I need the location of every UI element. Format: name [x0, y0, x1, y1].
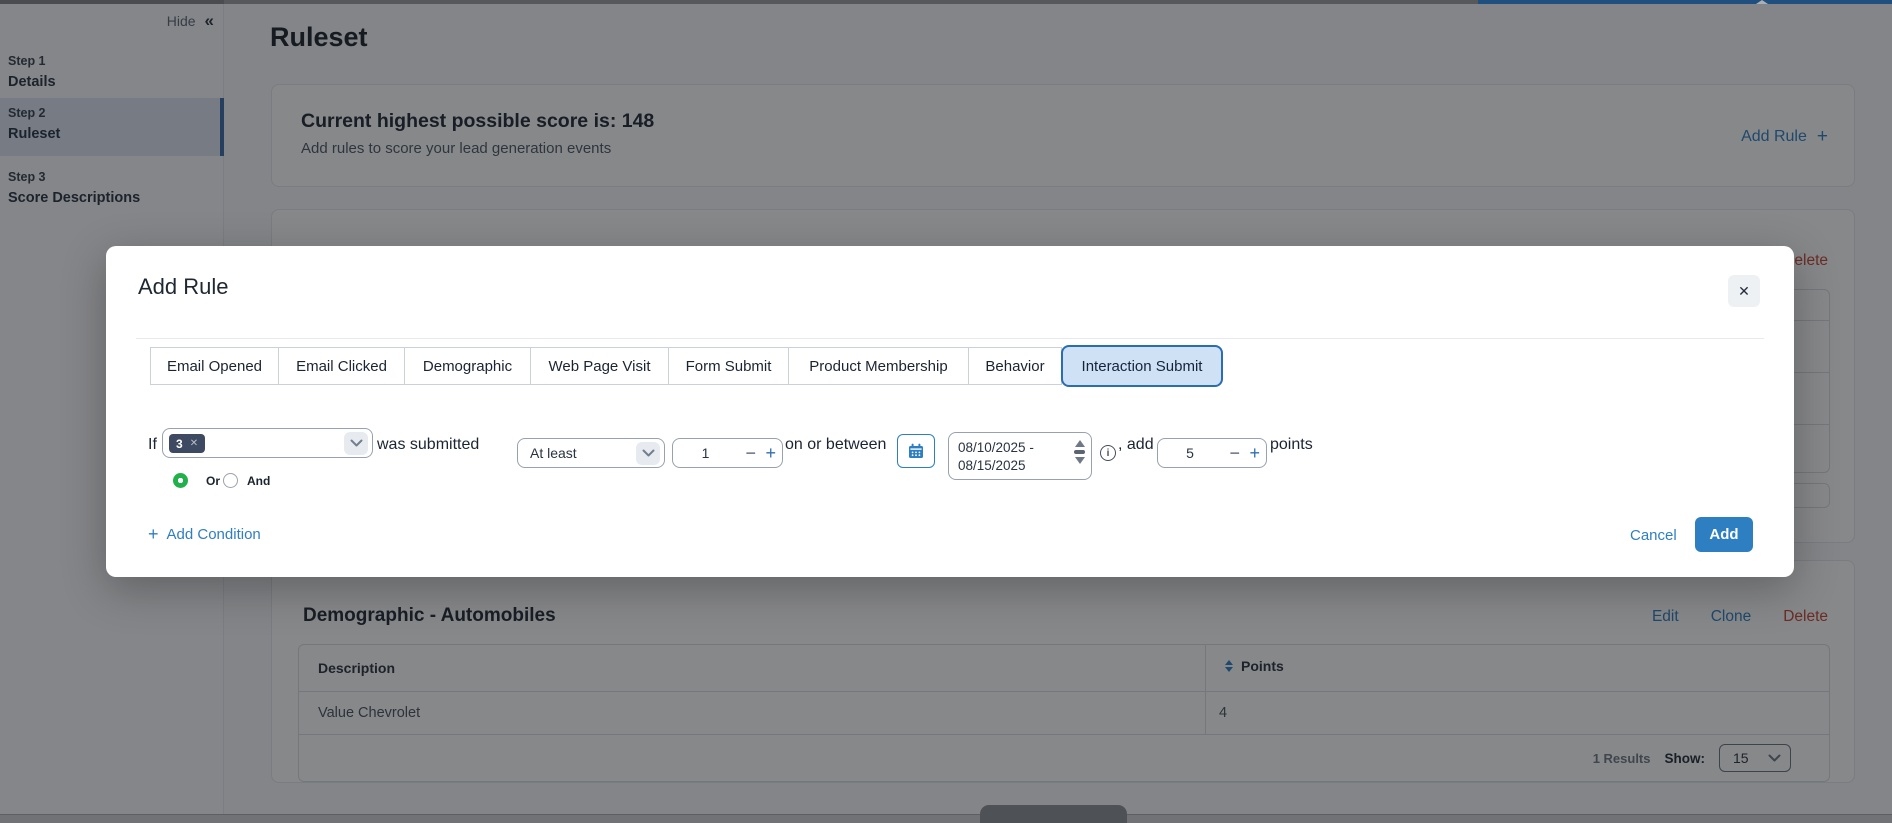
add-condition-link[interactable]: + Add Condition [148, 524, 261, 545]
points-label: points [1270, 436, 1313, 454]
add-button-label: Add [1709, 526, 1738, 543]
spinner-up-icon[interactable] [1075, 440, 1085, 447]
frequency-select[interactable]: At least [517, 438, 665, 468]
date-range-input[interactable]: 08/10/2025 - 08/15/2025 [948, 432, 1092, 480]
plus-icon: + [148, 524, 159, 545]
add-button[interactable]: Add [1695, 517, 1753, 552]
chevron-down-icon [642, 449, 655, 458]
comma-add-label: , add [1118, 436, 1154, 454]
date-spinner[interactable] [1074, 440, 1085, 464]
or-label: Or [206, 474, 220, 488]
screen: Hide « Step 1 Details Step 2 Ruleset Ste… [0, 0, 1892, 823]
was-submitted-label: was submitted [377, 436, 479, 454]
tab-product-membership[interactable]: Product Membership [788, 347, 969, 385]
minus-button[interactable]: − [745, 443, 756, 463]
date-range-start: 08/10/2025 - [958, 440, 1034, 455]
chip-remove-icon[interactable]: ✕ [190, 438, 198, 449]
spinner-bar-icon[interactable] [1074, 450, 1085, 454]
dropdown-toggle[interactable] [344, 432, 368, 455]
count-value[interactable]: 1 [673, 445, 738, 461]
tab-behavior[interactable]: Behavior [968, 347, 1062, 385]
points-value[interactable]: 5 [1158, 445, 1222, 461]
count-stepper[interactable]: 1 − + [672, 438, 783, 468]
add-condition-label: Add Condition [167, 526, 261, 543]
date-range-end: 08/15/2025 [958, 458, 1026, 473]
and-label: And [247, 474, 270, 488]
info-icon[interactable]: i [1100, 445, 1116, 461]
tab-web-page-visit[interactable]: Web Page Visit [530, 347, 669, 385]
minus-button[interactable]: − [1229, 443, 1240, 463]
calendar-icon [907, 442, 925, 460]
or-radio[interactable] [173, 473, 188, 488]
modal-title: Add Rule [138, 274, 229, 300]
tab-form-submit[interactable]: Form Submit [668, 347, 789, 385]
tab-demographic[interactable]: Demographic [404, 347, 531, 385]
frequency-value: At least [530, 445, 577, 461]
calendar-button[interactable] [897, 434, 935, 468]
and-radio[interactable] [223, 473, 238, 488]
chevron-down-icon [350, 439, 363, 448]
tab-interaction-submit[interactable]: Interaction Submit [1061, 345, 1223, 387]
tab-email-opened[interactable]: Email Opened [150, 347, 279, 385]
rule-type-tabs: Email Opened Email Clicked Demographic W… [150, 345, 1223, 387]
close-icon: ✕ [1738, 283, 1750, 300]
dropdown-toggle[interactable] [636, 442, 660, 465]
modal-divider [136, 338, 1764, 339]
cancel-button[interactable]: Cancel [1630, 527, 1677, 544]
top-chrome-strip-left [0, 0, 224, 4]
interaction-multiselect[interactable]: 3 ✕ [162, 428, 373, 458]
spinner-down-icon[interactable] [1075, 457, 1085, 464]
on-or-between-label: on or between [785, 436, 886, 454]
plus-button[interactable]: + [765, 443, 776, 463]
top-chrome-strip-middle [224, 0, 1478, 4]
if-label: If [148, 436, 157, 454]
close-button[interactable]: ✕ [1728, 275, 1760, 307]
chip-value: 3 [176, 437, 183, 451]
points-stepper[interactable]: 5 − + [1157, 438, 1267, 468]
tab-email-clicked[interactable]: Email Clicked [278, 347, 405, 385]
add-rule-modal: Add Rule ✕ Email Opened Email Clicked De… [106, 246, 1794, 577]
plus-button[interactable]: + [1249, 443, 1260, 463]
top-chrome-strip-right [1478, 0, 1892, 4]
selected-interaction-chip: 3 ✕ [169, 434, 205, 453]
